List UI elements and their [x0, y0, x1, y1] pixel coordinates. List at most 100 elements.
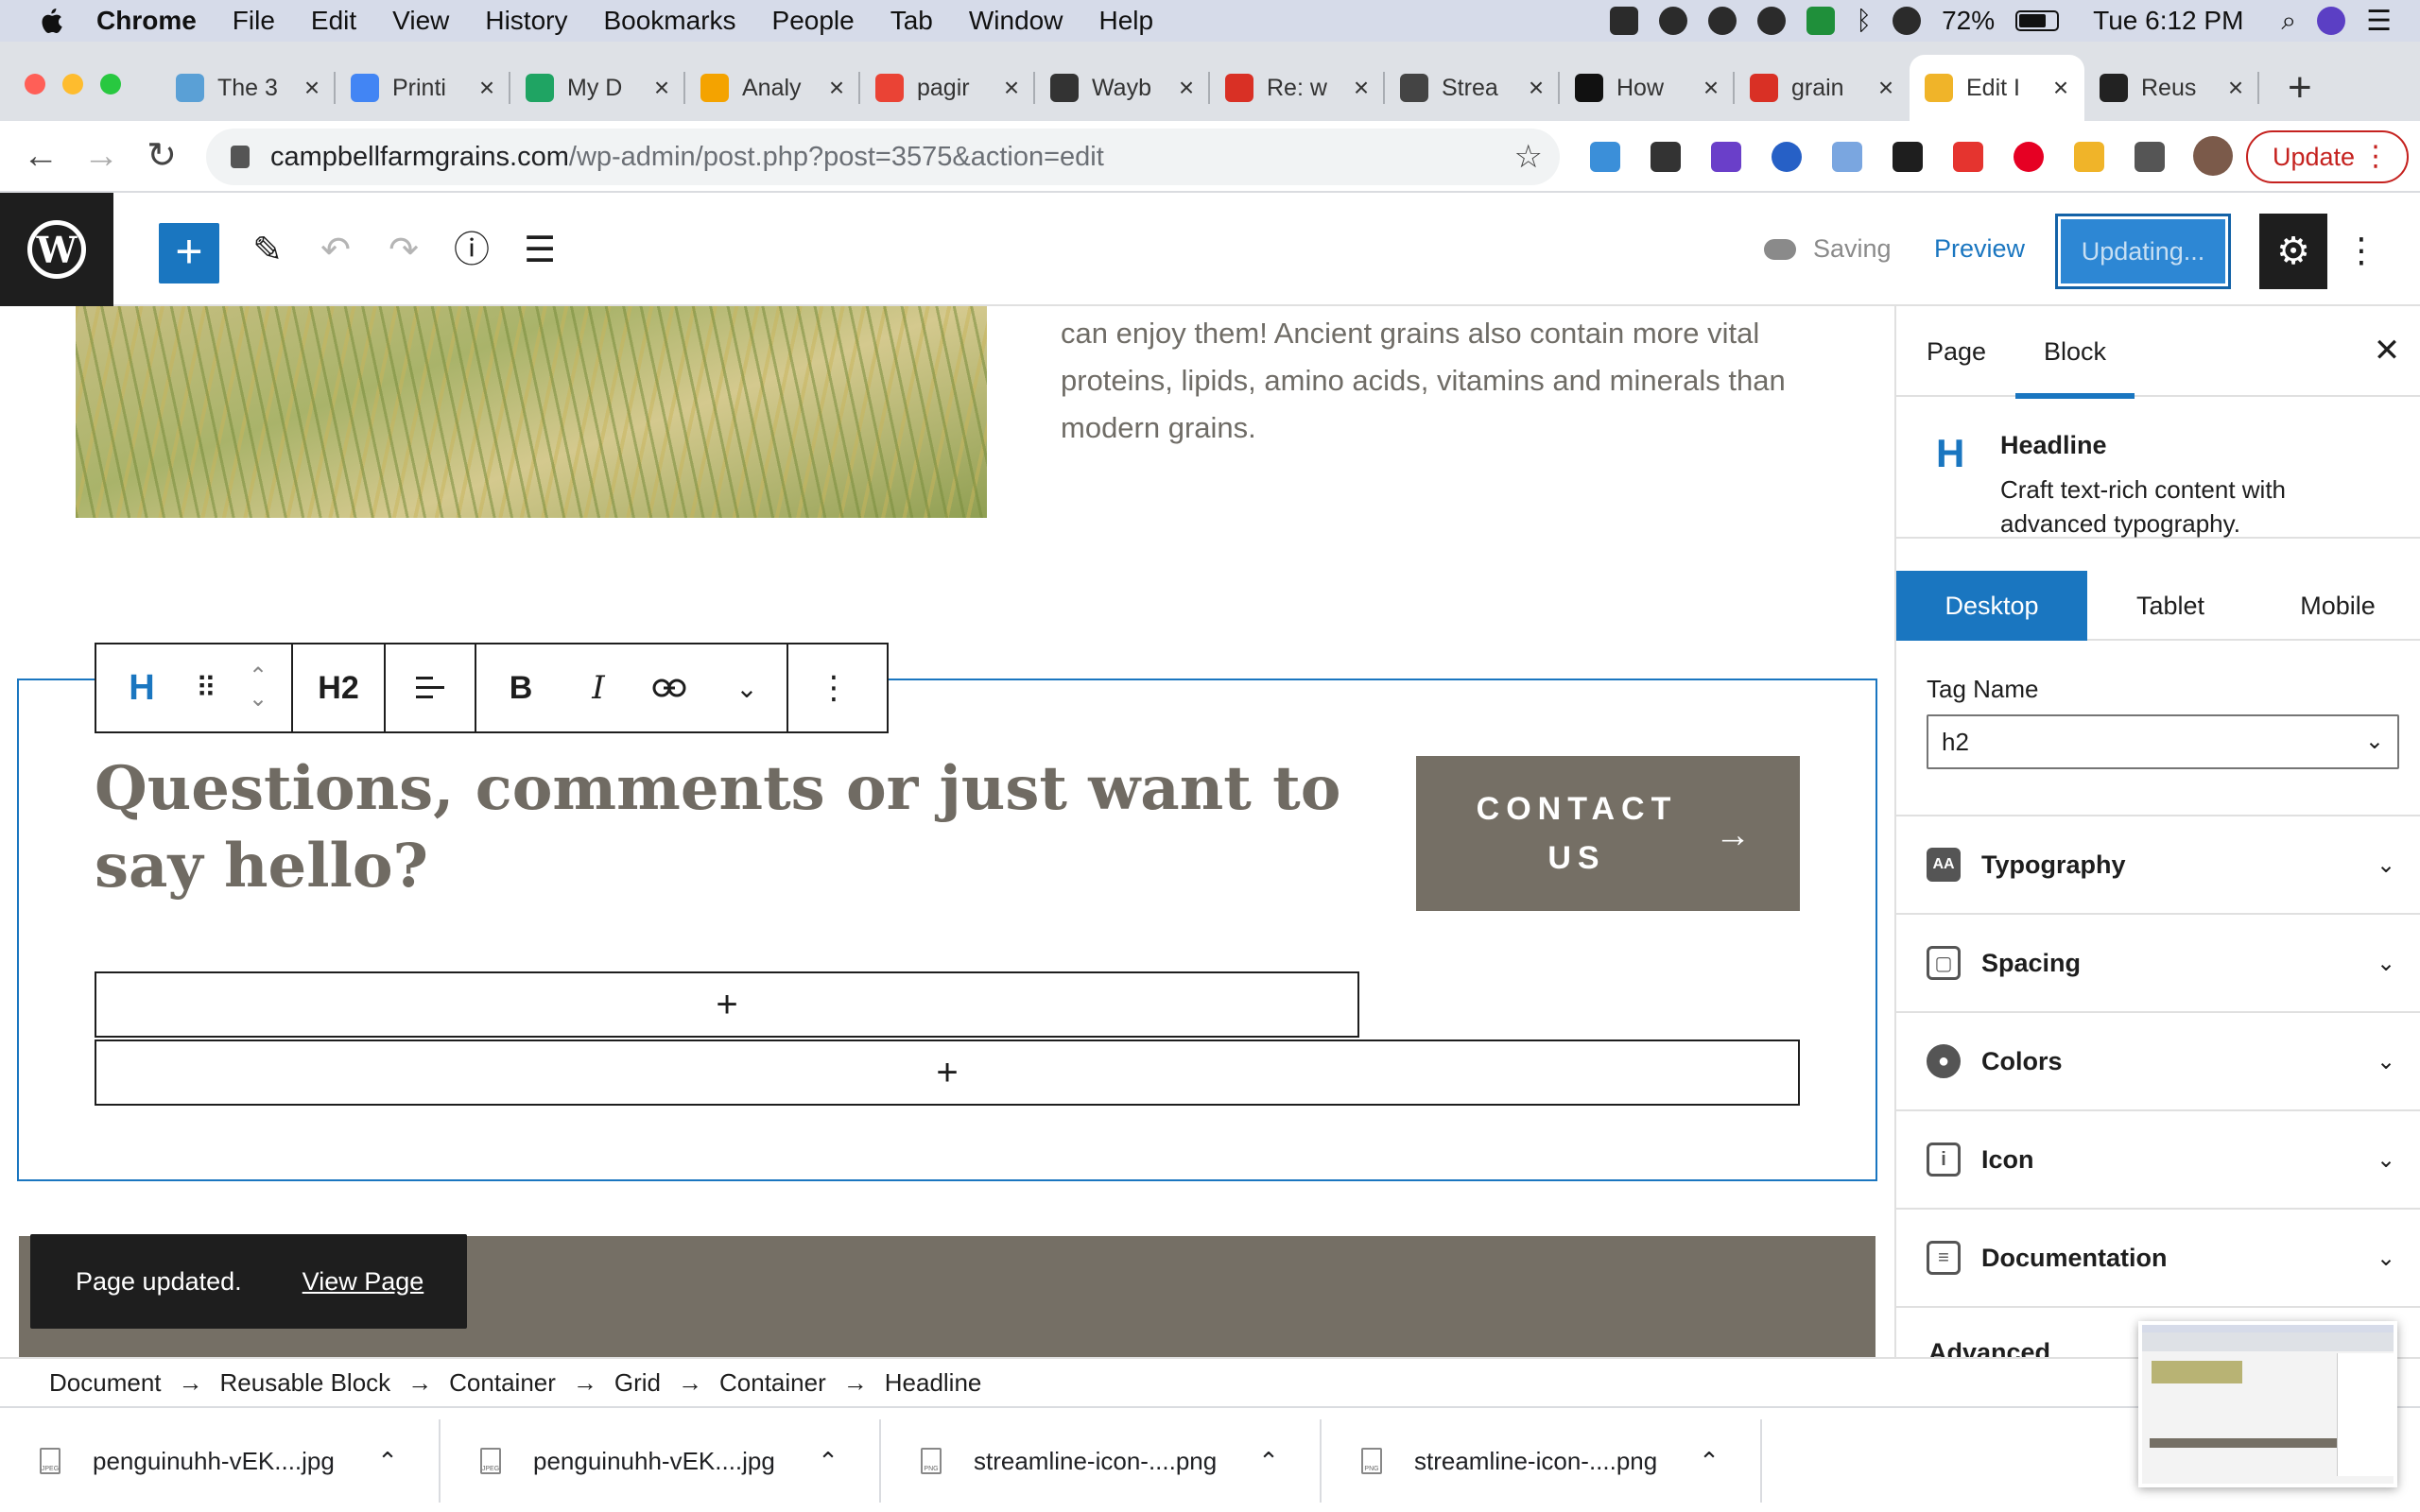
wheat-field-image[interactable] — [76, 306, 987, 518]
browser-tab[interactable]: How × — [1560, 55, 1735, 121]
browser-tab[interactable]: Re: w × — [1210, 55, 1385, 121]
download-item[interactable]: JPEG penguinuhh-vEK....jpg ⌃ — [441, 1419, 881, 1503]
window-zoom-button[interactable] — [100, 74, 121, 94]
download-item[interactable]: JPEG penguinuhh-vEK....jpg ⌃ — [0, 1419, 441, 1503]
chrome-menu-icon[interactable]: ⋮ — [2361, 140, 2390, 173]
bold-button[interactable]: B — [476, 644, 565, 731]
breadcrumb-container-inner[interactable]: Container — [719, 1368, 826, 1398]
download-item[interactable]: PNG streamline-icon-....png ⌃ — [1322, 1419, 1762, 1503]
menu-view[interactable]: View — [392, 6, 449, 36]
align-left-icon[interactable] — [386, 644, 475, 731]
menu-file[interactable]: File — [233, 6, 275, 36]
reload-button[interactable]: ↻ — [138, 132, 185, 180]
browser-tab[interactable]: Analy × — [685, 55, 860, 121]
extension-red-badge-icon[interactable] — [1953, 142, 1983, 172]
tab-desktop[interactable]: Desktop — [1896, 571, 2087, 641]
extension-feather-icon[interactable] — [1590, 142, 1620, 172]
panel-icon[interactable]: i Icon ⌄ — [1896, 1111, 2420, 1210]
tab-close-icon[interactable]: × — [1522, 73, 1550, 103]
panel-colors[interactable]: ● Colors ⌄ — [1896, 1013, 2420, 1111]
tab-close-icon[interactable]: × — [298, 73, 326, 103]
breadcrumb-reusable-block[interactable]: Reusable Block — [220, 1368, 391, 1398]
contact-us-button[interactable]: CONTACT US → — [1416, 756, 1800, 911]
creative-cloud-icon[interactable] — [1659, 7, 1688, 35]
download-item[interactable]: PNG streamline-icon-....png ⌃ — [881, 1419, 1322, 1503]
browser-tab[interactable]: grain × — [1735, 55, 1910, 121]
tab-tablet[interactable]: Tablet — [2087, 571, 2254, 641]
redo-icon[interactable]: ↷ — [380, 227, 427, 274]
breadcrumb-headline[interactable]: Headline — [885, 1368, 982, 1398]
menu-bookmarks[interactable]: Bookmarks — [603, 6, 735, 36]
cloud-sync-icon[interactable] — [1757, 7, 1787, 35]
browser-tab[interactable]: Strea × — [1385, 55, 1560, 121]
address-bar[interactable]: campbellfarmgrains.com /wp-admin/post.ph… — [206, 129, 1560, 185]
tab-close-icon[interactable]: × — [648, 73, 676, 103]
undo-icon[interactable]: ↶ — [312, 227, 359, 274]
tab-close-icon[interactable]: × — [2221, 73, 2250, 103]
chevron-up-icon[interactable]: ⌃ — [1250, 1447, 1288, 1476]
battery-icon[interactable] — [2015, 10, 2060, 31]
browser-tab[interactable]: pagir × — [860, 55, 1035, 121]
menubar-app-name[interactable]: Chrome — [96, 6, 197, 36]
spotlight-search-icon[interactable]: ⌕ — [2281, 6, 2296, 37]
tab-close-icon[interactable]: × — [997, 73, 1026, 103]
link-icon[interactable] — [631, 644, 707, 731]
chevron-up-icon[interactable]: ⌃ — [369, 1447, 406, 1476]
tab-close-icon[interactable]: × — [2047, 73, 2075, 103]
tab-block[interactable]: Block — [2014, 306, 2135, 399]
menu-people[interactable]: People — [772, 6, 855, 36]
menu-history[interactable]: History — [485, 6, 567, 36]
headline-text[interactable]: Questions, comments or just want to say … — [95, 750, 1342, 905]
settings-gear-icon[interactable]: ⚙ — [2259, 214, 2327, 289]
italic-button[interactable]: I — [565, 644, 631, 731]
tab-close-icon[interactable]: × — [1697, 73, 1725, 103]
window-minimize-button[interactable] — [62, 74, 83, 94]
menu-edit[interactable]: Edit — [311, 6, 356, 36]
heading-level-button[interactable]: H2 — [293, 644, 384, 731]
panel-advanced[interactable]: Advanced — [1928, 1338, 2050, 1357]
chrome-update-button[interactable]: Update ⋮ — [2246, 130, 2409, 183]
extension-checkmark-icon[interactable] — [1893, 142, 1923, 172]
tab-close-icon[interactable]: × — [473, 73, 501, 103]
block-inserter-button[interactable]: + — [159, 223, 219, 284]
browser-tab[interactable]: The 3 × — [161, 55, 336, 121]
window-close-button[interactable] — [25, 74, 45, 94]
panel-typography[interactable]: AA Typography ⌄ — [1896, 816, 2420, 915]
info-icon[interactable]: ⓘ — [448, 227, 495, 274]
evernote-icon[interactable] — [1708, 7, 1737, 35]
breadcrumb-container[interactable]: Container — [449, 1368, 556, 1398]
pinterest-icon[interactable] — [2014, 142, 2044, 172]
apple-icon[interactable] — [36, 6, 64, 36]
extensions-puzzle-icon[interactable] — [2135, 142, 2165, 172]
panel-spacing[interactable]: ▢ Spacing ⌄ — [1896, 915, 2420, 1013]
screenshot-thumbnail[interactable] — [2138, 1321, 2397, 1487]
bluetooth-icon[interactable]: ᛒ — [1856, 6, 1872, 36]
dropbox-icon[interactable] — [1610, 7, 1639, 35]
siri-icon[interactable] — [2317, 7, 2346, 35]
tab-mobile[interactable]: Mobile — [2254, 571, 2420, 641]
browser-tab[interactable]: Printi × — [336, 55, 510, 121]
new-tab-button[interactable]: + — [2288, 64, 2312, 112]
tag-name-select[interactable]: h2 ⌄ — [1927, 714, 2399, 769]
chevron-up-icon[interactable]: ⌃ — [809, 1447, 847, 1476]
forward-button[interactable]: → — [78, 132, 125, 180]
block-options-icon[interactable]: ⋮ — [788, 644, 879, 731]
more-formats-chevron-icon[interactable]: ⌄ — [707, 644, 786, 731]
green-c-app-icon[interactable] — [1806, 7, 1836, 35]
headline-block-icon[interactable]: H — [96, 644, 187, 731]
breadcrumb-document[interactable]: Document — [49, 1368, 162, 1398]
tab-close-icon[interactable]: × — [822, 73, 851, 103]
browser-tab[interactable]: Edit I × — [1910, 55, 2084, 121]
menubar-clock[interactable]: Tue 6:12 PM — [2093, 6, 2243, 36]
drag-handle-icon[interactable]: ⠿ — [187, 644, 225, 731]
wordpress-logo-icon[interactable]: W — [0, 193, 113, 306]
menu-window[interactable]: Window — [969, 6, 1063, 36]
block-appender-button[interactable]: + — [95, 971, 1359, 1038]
extension-palm-icon[interactable] — [2074, 142, 2104, 172]
browser-tab[interactable]: Wayb × — [1035, 55, 1210, 121]
lock-icon[interactable] — [231, 146, 250, 168]
intro-paragraph[interactable]: can enjoy them! Ancient grains also cont… — [1061, 310, 1845, 452]
browser-tab[interactable]: Reus × — [2084, 55, 2259, 121]
panel-documentation[interactable]: ≡ Documentation ⌄ — [1896, 1210, 2420, 1308]
profile-avatar[interactable] — [2193, 136, 2233, 176]
